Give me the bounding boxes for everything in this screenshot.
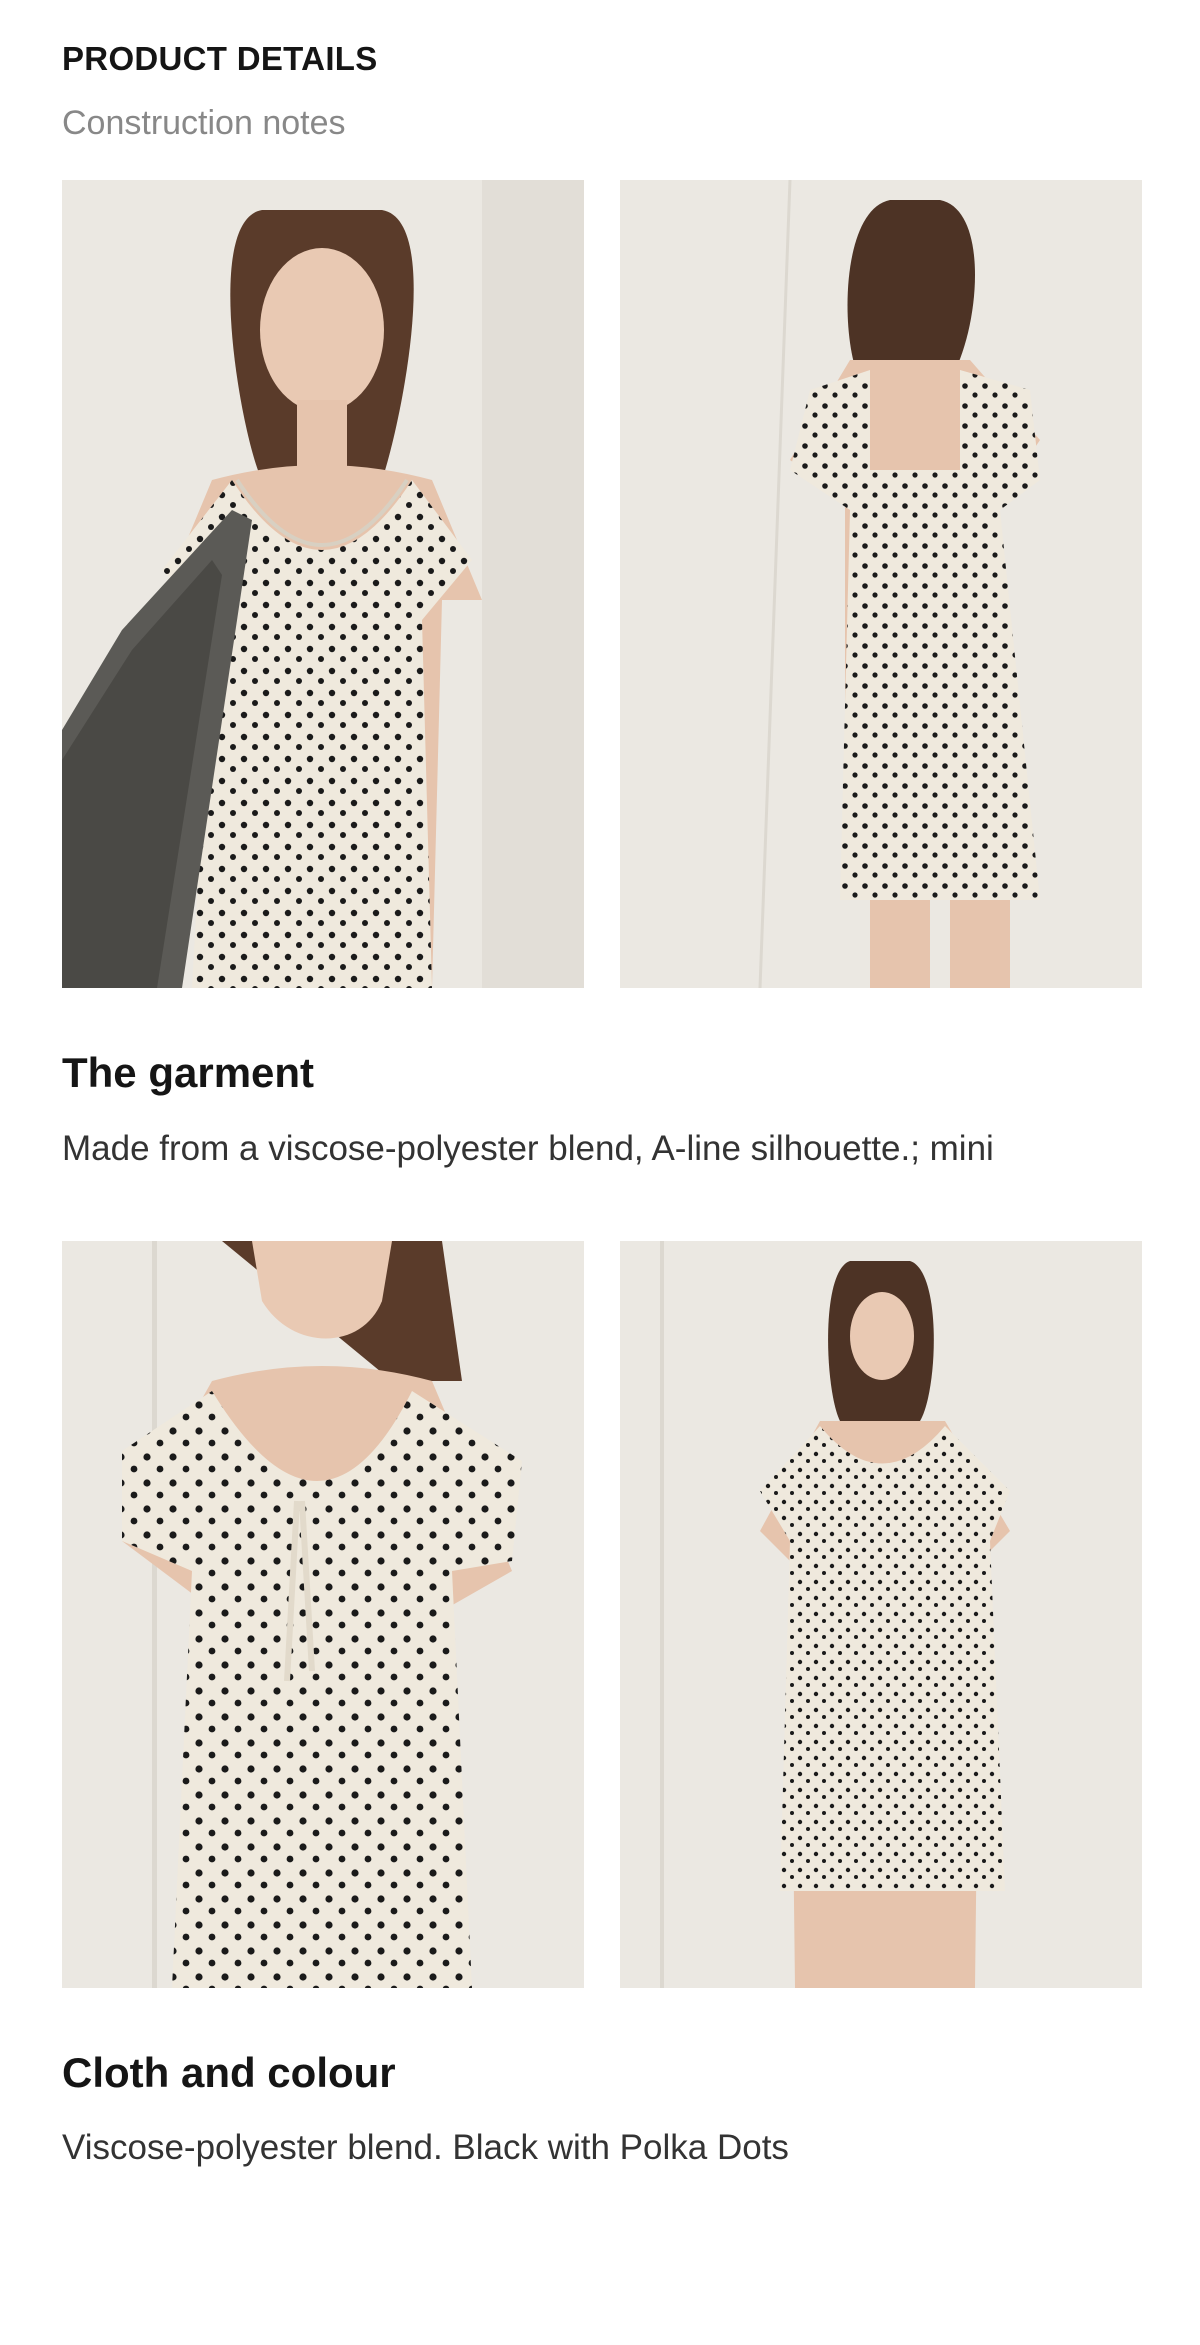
- photo-row-2: [62, 1241, 1142, 1988]
- photo-fullbody-illustration: [620, 1241, 1142, 1988]
- product-photo-front[interactable]: [62, 180, 584, 988]
- product-photo-fullbody[interactable]: [620, 1241, 1142, 1988]
- photo-row-1: [62, 180, 1142, 988]
- photo-front-illustration: [62, 180, 584, 988]
- photo-neckline-illustration: [62, 1241, 584, 1988]
- section-heading-garment: The garment: [62, 1049, 315, 1096]
- section-body-cloth-colour: Viscose-polyester blend. Black with Polk…: [62, 2128, 789, 2167]
- product-photo-neckline[interactable]: [62, 1241, 584, 1988]
- product-photo-back[interactable]: [620, 180, 1142, 988]
- section-heading-cloth-colour: Cloth and colour: [62, 2049, 396, 2096]
- section-body-garment: Made from a viscose-polyester blend, A-l…: [62, 1129, 994, 1168]
- photo-back-illustration: [620, 180, 1142, 988]
- page-title: PRODUCT DETAILS: [62, 40, 378, 77]
- page-subtitle: Construction notes: [62, 104, 346, 142]
